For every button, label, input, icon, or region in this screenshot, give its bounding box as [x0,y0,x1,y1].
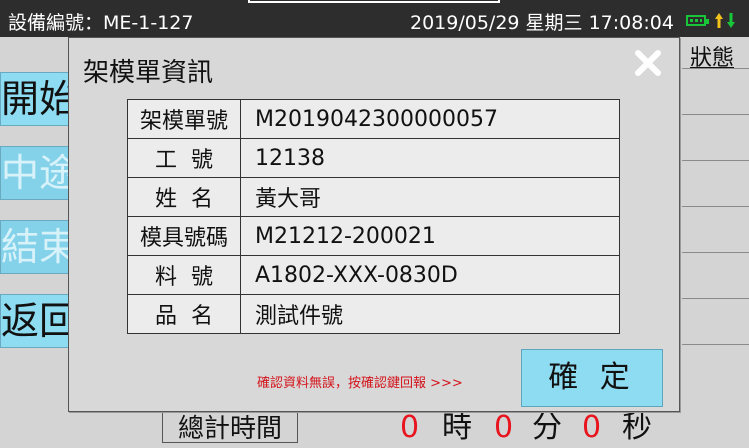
table-row: 姓 名 黃大哥 [127,177,620,217]
row-value: 黃大哥 [240,177,620,217]
confirm-button[interactable]: 確 定 [521,349,663,407]
grid-line [682,206,749,207]
grid-line [682,252,749,253]
table-row: 料 號 A1802-XXX-0830D [127,255,620,295]
row-value: 12138 [240,138,620,178]
top-center-bracket [248,0,500,3]
row-key: 姓 名 [127,177,241,217]
datetime: 2019/05/29 星期三 17:08:04 [410,12,674,34]
table-row: 品 名 測試件號 [127,294,620,334]
row-key: 工 號 [127,138,241,178]
grid-line [682,344,749,345]
grid-line [682,68,749,69]
minutes-unit: 分 [532,410,562,445]
grid-line [682,298,749,299]
row-key: 架模單號 [127,99,241,139]
battery-icon [686,15,709,26]
row-value: A1802-XXX-0830D [240,255,620,295]
signal-arrows-icon [715,13,735,28]
seconds-value: 0 [582,410,602,445]
minutes-value: 0 [494,410,514,445]
confirm-hint: 確認資料無誤，按確認鍵回報 >>> [257,376,463,391]
row-value: 測試件號 [240,294,620,334]
table-row: 模具號碼 M21212-200021 [127,216,620,256]
status-grid [682,68,749,368]
hours-unit: 時 [442,410,472,445]
hours-value: 0 [400,410,420,445]
row-value: M2019042300000057 [240,99,620,139]
table-row: 架模單號 M2019042300000057 [127,99,620,139]
dialog-title: 架模單資訊 [83,58,214,88]
mold-order-info-dialog: 架模單資訊 架模單號 M2019042300000057 工 號 12138 姓… [68,37,680,412]
close-icon[interactable] [629,44,667,82]
total-time-label: 總計時間 [162,410,298,444]
device-number: 設備編號：ME-1-127 [8,12,194,34]
status-bar: 設備編號：ME-1-127 2019/05/29 星期三 17:08:04 [0,0,749,37]
grid-line [682,114,749,115]
total-time-row: 總計時間 0 時 0 分 0 秒 [162,410,672,445]
table-row: 工 號 12138 [127,138,620,178]
row-key: 料 號 [127,255,241,295]
grid-line [682,160,749,161]
row-key: 模具號碼 [127,216,241,256]
seconds-unit: 秒 [622,410,652,445]
info-table: 架模單號 M2019042300000057 工 號 12138 姓 名 黃大哥… [127,99,620,334]
row-value: M21212-200021 [240,216,620,256]
row-key: 品 名 [127,294,241,334]
